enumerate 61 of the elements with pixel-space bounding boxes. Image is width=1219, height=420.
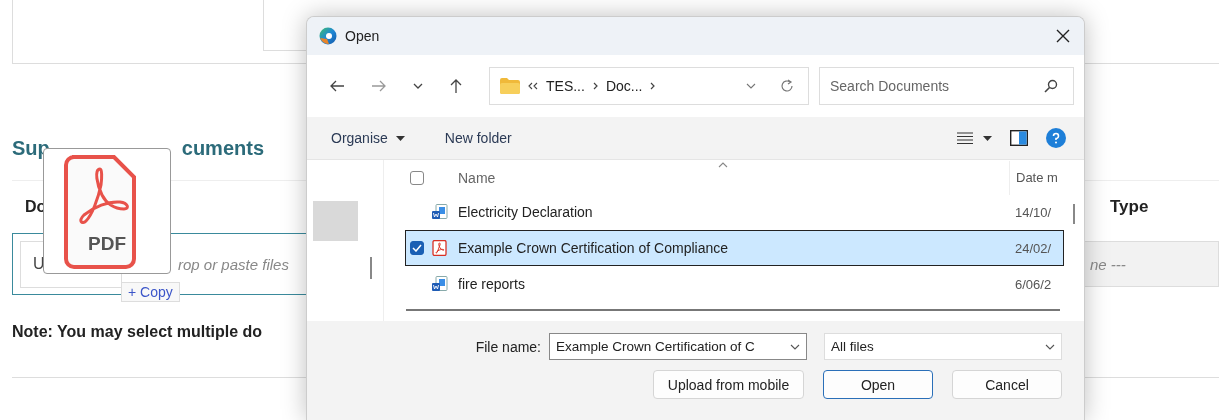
file-date: 24/02/ [1014, 240, 1053, 256]
pdf-file-icon [432, 240, 448, 256]
menu-button[interactable]: Organise [323, 126, 413, 150]
back-icon[interactable] [329, 79, 345, 93]
help-icon[interactable] [1046, 128, 1066, 148]
note-text: Note: You may select multiple do [12, 323, 264, 341]
scrollbar-thumb[interactable] [1073, 204, 1075, 224]
drop-hint: rop or paste files [178, 255, 289, 273]
close-icon[interactable] [1056, 29, 1070, 43]
select-all-checkbox[interactable] [410, 171, 424, 185]
file-name: Example Crown Certification of Compliance [458, 240, 729, 256]
checkmark-icon [412, 244, 422, 252]
file-row[interactable]: fire reports 6/06/2 [405, 266, 1064, 302]
file-date: 14/10/ [1014, 204, 1053, 220]
chevron-down-icon[interactable] [413, 83, 423, 89]
search-field[interactable]: Search Documents [819, 67, 1074, 105]
pdf-document-icon [64, 155, 136, 269]
chevron-right-icon [592, 82, 598, 90]
file-date: 6/06/2 [1014, 276, 1053, 292]
open-button[interactable]: Open [823, 370, 933, 399]
word-file-icon [432, 276, 448, 292]
file-type-label: PDF [88, 233, 126, 255]
chevron-down-icon [790, 343, 800, 350]
file-name: Electricity Declaration [458, 204, 594, 220]
upload-from-mobile-button[interactable]: Upload from mobile [653, 370, 804, 399]
preview-pane-icon[interactable] [1010, 130, 1028, 146]
view-options-icon[interactable] [957, 132, 973, 144]
refresh-icon[interactable] [780, 79, 794, 93]
search-icon [1044, 79, 1058, 93]
column-header: Type [1110, 197, 1150, 217]
chevron-down-icon [1045, 343, 1055, 350]
address-bar[interactable]: TES... Doc... [489, 67, 809, 105]
section-heading: cuments [181, 136, 265, 160]
row-checkbox[interactable] [410, 241, 424, 255]
dropdown-chevron-icon[interactable] [746, 83, 756, 89]
swirl-logo-icon [319, 27, 337, 45]
file-row[interactable]: Electricity Declaration 14/10/ [405, 194, 1064, 230]
file-name: fire reports [458, 276, 526, 292]
caret-icon [395, 135, 405, 141]
drop-effect-tooltip: + Copy [121, 282, 180, 302]
breadcrumb-item[interactable]: TES... [546, 78, 585, 94]
file-type-dropdown[interactable]: All files [824, 333, 1062, 360]
field-label: File name: [475, 338, 541, 355]
chevron-right-icon [650, 82, 656, 90]
forward-icon[interactable] [371, 79, 387, 93]
word-file-icon [432, 204, 448, 220]
column-header[interactable]: Date m [1009, 161, 1063, 195]
scrollbar-thumb[interactable] [370, 257, 372, 279]
caret-icon[interactable] [983, 135, 992, 141]
horizontal-scrollbar[interactable] [406, 309, 1060, 311]
file-row[interactable]: Example Crown Certification of Compliance 24/02/ [405, 230, 1064, 266]
cancel-button[interactable]: Cancel [952, 370, 1062, 399]
double-chevron-icon [528, 82, 538, 90]
window-title: Open [345, 28, 380, 44]
sort-caret-icon [718, 162, 728, 168]
breadcrumb-item[interactable]: Doc... [605, 78, 643, 94]
toolbar-button[interactable]: New folder [436, 126, 520, 150]
up-icon[interactable] [449, 78, 463, 94]
column-header[interactable]: Name [458, 170, 496, 186]
file-name-field[interactable]: Example Crown Certification of C [549, 333, 807, 360]
folder-icon [500, 78, 520, 94]
